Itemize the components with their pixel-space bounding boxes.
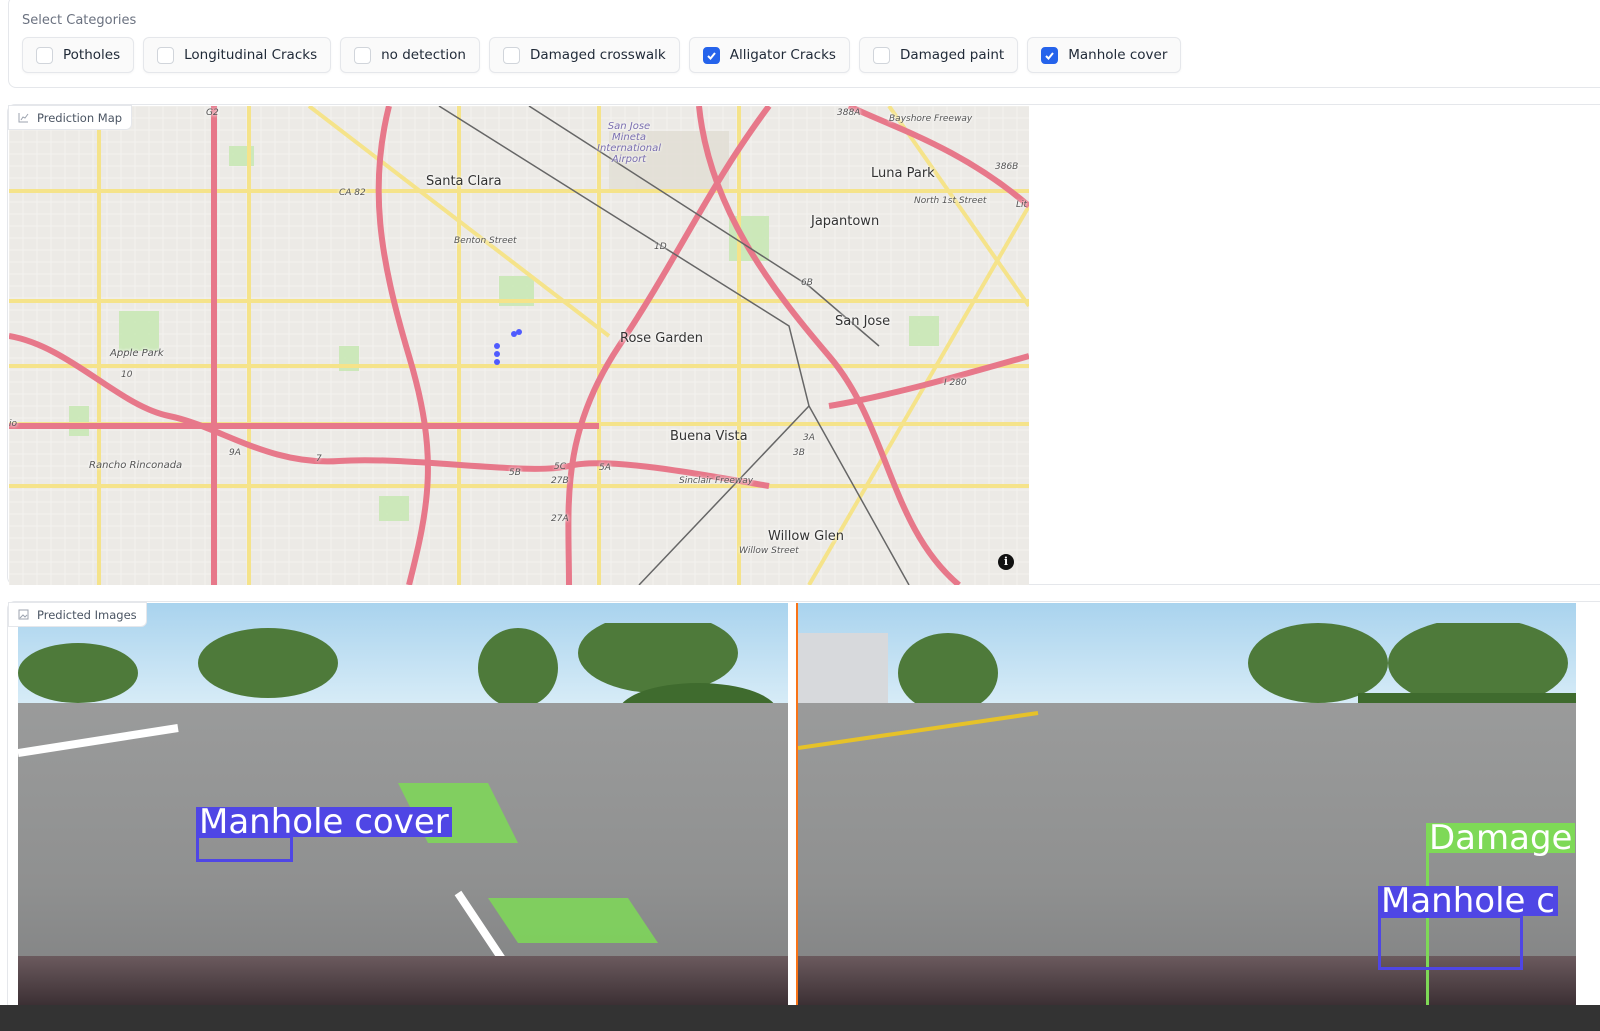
predicted-image-2[interactable]: Damage Manhole c xyxy=(796,603,1576,1006)
map-road-label: 6B xyxy=(801,278,813,288)
checkbox[interactable] xyxy=(702,46,720,64)
chart-icon xyxy=(18,113,29,123)
map-road-label: 5A xyxy=(599,463,611,473)
map-road-label: io xyxy=(9,419,18,429)
checkbox[interactable] xyxy=(36,46,53,64)
images-label: Predicted Images xyxy=(8,602,147,627)
map-road-label: 10 xyxy=(121,370,133,380)
category-alligator-cracks[interactable]: Alligator Cracks xyxy=(688,37,850,73)
bottom-bar xyxy=(0,1005,1600,1031)
map-road-label: 386B xyxy=(995,162,1019,172)
category-label: Damaged paint xyxy=(899,47,1005,63)
images-label-text: Predicted Images xyxy=(37,607,137,622)
map-road-label: Sinclair Freeway xyxy=(679,476,754,486)
predicted-image-1[interactable]: Manhole cover xyxy=(18,603,788,1006)
map-road-label: 5B xyxy=(509,468,521,478)
category-potholes[interactable]: Potholes xyxy=(22,37,135,73)
category-filter-panel: Select Categories Potholes Longitudinal C… xyxy=(8,0,1600,88)
map-road-label: G2 xyxy=(206,108,219,118)
category-longitudinal-cracks[interactable]: Longitudinal Cracks xyxy=(143,37,332,73)
map-road-label: North 1st Street xyxy=(914,196,987,206)
map-place-label: Buena Vista xyxy=(670,429,748,444)
category-damaged-paint[interactable]: Damaged paint xyxy=(858,37,1019,73)
detection-box xyxy=(1378,915,1523,970)
map-place-label: Luna Park xyxy=(871,166,935,181)
map-road-label: 3B xyxy=(793,448,805,458)
map-place-label: San Jose xyxy=(835,314,891,329)
detection-label: Manhole cover xyxy=(196,805,452,839)
categories-title: Select Categories xyxy=(22,13,137,28)
map-place-label: Santa Clara xyxy=(426,174,502,189)
image-icon xyxy=(18,609,29,620)
prediction-map-panel: Prediction Map Santa Clara Luna Park Jap… xyxy=(7,104,1600,585)
category-manhole-cover[interactable]: Manhole cover xyxy=(1027,37,1182,73)
map-place-label: San Jose Mineta International Airport xyxy=(597,121,661,165)
predicted-images-panel: Predicted Images Manhole cover Damage Ma… xyxy=(7,601,1600,1011)
category-label: Potholes xyxy=(63,47,121,63)
map-road-label: Lit xyxy=(1016,200,1028,210)
map-road-label: 388A xyxy=(837,108,861,118)
category-no-detection[interactable]: no detection xyxy=(340,37,480,73)
map-place-label: Rose Garden xyxy=(620,331,703,346)
map-road-label: 7 xyxy=(316,454,322,464)
map-place-label: Rancho Rinconada xyxy=(89,460,183,471)
category-options: Potholes Longitudinal Cracks no detection D… xyxy=(22,37,1182,73)
detection-label: Manhole c xyxy=(1378,884,1558,918)
map-road-label: CA 82 xyxy=(339,188,366,198)
checkbox[interactable] xyxy=(1041,46,1059,64)
map-road-label: 5C xyxy=(554,462,567,472)
map-road-label: 27A xyxy=(551,514,569,524)
checkbox[interactable] xyxy=(502,46,520,64)
category-damaged-crosswalk[interactable]: Damaged crosswalk xyxy=(488,37,680,73)
map-place-label: Japantown xyxy=(811,214,880,229)
category-label: Manhole cover xyxy=(1068,47,1168,63)
map-road-label: Benton Street xyxy=(454,236,517,246)
map-label-text: Prediction Map xyxy=(37,110,123,125)
map-road-label: 9A xyxy=(229,448,241,458)
info-icon[interactable]: i xyxy=(998,554,1014,570)
checkbox[interactable] xyxy=(872,46,890,64)
map-road-label: Willow Street xyxy=(739,546,799,556)
category-label: Longitudinal Cracks xyxy=(184,47,318,63)
prediction-map[interactable]: Santa Clara Luna Park Japantown San Jose Ros… xyxy=(9,106,1029,585)
map-place-label: Willow Glen xyxy=(768,529,845,544)
map-road-label: 3A xyxy=(803,433,815,443)
map-road-label: 1D xyxy=(654,242,667,252)
checkbox[interactable] xyxy=(354,46,372,64)
map-road-label: I 280 xyxy=(944,378,967,388)
map-label: Prediction Map xyxy=(8,105,133,130)
map-road-label: Bayshore Freeway xyxy=(889,114,973,124)
map-road-label: 27B xyxy=(551,476,569,486)
detection-label: Damage xyxy=(1426,821,1576,855)
checkbox[interactable] xyxy=(157,46,175,64)
category-label: no detection xyxy=(381,47,466,63)
category-label: Damaged crosswalk xyxy=(529,47,666,63)
category-label: Alligator Cracks xyxy=(729,47,836,63)
map-place-label: Apple Park xyxy=(110,348,164,359)
